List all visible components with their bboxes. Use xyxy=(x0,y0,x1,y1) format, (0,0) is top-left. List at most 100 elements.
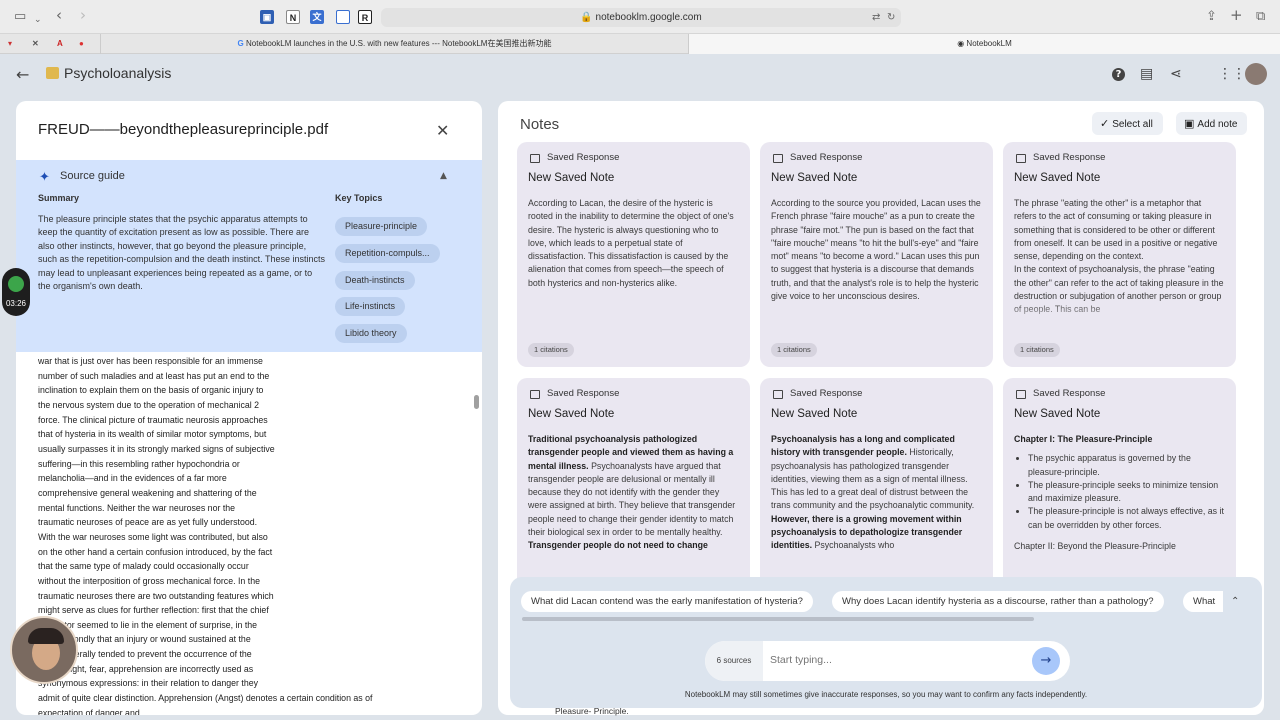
topic-chip[interactable]: Pleasure-principle xyxy=(335,217,428,236)
apps-grid-icon[interactable]: ⋮⋮ xyxy=(1218,66,1246,82)
chat-icon[interactable]: ▤ xyxy=(1140,66,1153,82)
notebook-title: Psycholoanalysis xyxy=(64,65,172,81)
chevron-down-icon[interactable]: ⌄ xyxy=(34,12,42,28)
translate-icon[interactable]: 文 xyxy=(310,10,324,24)
suggestion-chip[interactable]: What did Lacan contend was the early man… xyxy=(521,591,813,612)
notes-heading: Notes xyxy=(520,116,560,133)
source-panel: FREUD——beyondthepleasureprinciple.pdf ✕ … xyxy=(16,101,482,715)
scrollbar[interactable] xyxy=(474,395,479,409)
share-icon[interactable]: ⋖ xyxy=(1170,66,1182,82)
list-item: The pleasure-principle seeks to minimize… xyxy=(1028,479,1225,506)
tab-news[interactable]: G NotebookLM launches in the U.S. with n… xyxy=(100,34,689,54)
browser-back-icon[interactable]: ‹ xyxy=(56,7,62,23)
new-tab-icon[interactable]: + xyxy=(1230,7,1243,23)
document-icon[interactable] xyxy=(336,10,350,24)
collapse-caret-icon[interactable]: ▲ xyxy=(440,171,447,181)
note-bold: Transgender people do not need to change xyxy=(528,540,708,551)
citations-badge[interactable]: 1 citations xyxy=(1014,343,1060,357)
notebook-icon xyxy=(46,67,59,79)
note-title: New Saved Note xyxy=(1014,172,1101,184)
note-bold: Chapter I: The Pleasure-Principle xyxy=(1014,434,1153,444)
key-topics-heading: Key Topics xyxy=(335,193,383,203)
address-bar[interactable]: 🔒 notebooklm.google.com xyxy=(381,8,901,27)
tab-overview-icon[interactable]: ⧉ xyxy=(1256,9,1265,25)
app-header: ← Psycholoanalysis ? ▤ ⋖ ⋮⋮ xyxy=(0,55,1280,95)
tab-label: NotebookLM launches in the U.S. with new… xyxy=(246,39,552,48)
citations-badge[interactable]: 1 citations xyxy=(771,343,817,357)
note-paragraph: The phrase "eating the other" is a metap… xyxy=(1014,198,1218,262)
source-file-name: FREUD——beyondthepleasureprinciple.pdf xyxy=(38,121,329,138)
timer-text: 03:26 xyxy=(5,299,27,308)
add-note-button[interactable]: ▣ Add note xyxy=(1176,112,1248,135)
note-title: New Saved Note xyxy=(528,408,615,420)
note-type: Saved Response xyxy=(1033,388,1106,399)
note-title: New Saved Note xyxy=(1014,408,1101,420)
back-arrow-icon[interactable]: ← xyxy=(16,65,29,84)
record-icon xyxy=(8,276,24,292)
disclaimer-text: NotebookLM may still sometimes give inac… xyxy=(684,690,1088,699)
send-arrow-icon[interactable]: → xyxy=(1032,647,1060,675)
chevron-up-icon[interactable]: ⌃ xyxy=(1231,596,1239,607)
webcam-hair xyxy=(28,628,64,644)
webcam-overlay xyxy=(10,616,78,684)
r-icon[interactable]: R xyxy=(358,10,372,24)
source-guide: ✦ Source guide ▲ Summary The pleasure pr… xyxy=(16,160,482,352)
avatar[interactable] xyxy=(1245,63,1267,85)
tab-notebooklm[interactable]: ◉ NotebookLM xyxy=(689,34,1280,54)
recording-timer[interactable]: 03:26 xyxy=(2,268,30,316)
share-icon[interactable]: ⇪ xyxy=(1206,9,1217,25)
extension-icon[interactable]: ▣ xyxy=(260,10,274,24)
note-card[interactable]: Saved Response New Saved Note Psychoanal… xyxy=(760,378,993,603)
close-icon[interactable]: ✕ xyxy=(436,121,449,140)
tabs-bar: ▾ ✕ A ● G NotebookLM launches in the U.S… xyxy=(0,34,1280,54)
fade-overlay xyxy=(760,300,993,330)
suggestion-chip[interactable]: Why does Lacan identify hysteria as a di… xyxy=(832,591,1164,612)
note-card[interactable]: Saved Response New Saved Note The phrase… xyxy=(1003,142,1236,367)
fade-overlay xyxy=(1003,300,1236,330)
note-text: Chapter II: Beyond the Pleasure-Principl… xyxy=(1014,541,1176,552)
add-note-icon: ▣ xyxy=(1184,117,1195,130)
translate-page-icon[interactable]: ⇄ xyxy=(872,10,880,26)
record-tab-icon[interactable]: ● xyxy=(79,34,84,54)
x-tab-icon[interactable]: ✕ xyxy=(32,34,39,54)
chat-input-box: 6 sources → xyxy=(705,641,1070,681)
note-type: Saved Response xyxy=(547,152,620,163)
note-type: Saved Response xyxy=(790,388,863,399)
chat-input[interactable] xyxy=(770,654,1020,666)
select-all-button[interactable]: ✓ Select all xyxy=(1092,112,1163,135)
topic-chip[interactable]: Death-instincts xyxy=(335,271,415,290)
note-card[interactable]: Saved Response New Saved Note According … xyxy=(517,142,750,367)
topic-chip[interactable]: Libido theory xyxy=(335,324,407,343)
source-guide-title[interactable]: Source guide xyxy=(60,170,125,182)
sidebar-toggle-icon[interactable]: ▭ xyxy=(14,9,26,25)
google-icon: G xyxy=(237,39,244,48)
note-card[interactable]: Saved Response New Saved Note Chapter I:… xyxy=(1003,378,1236,603)
url-text: notebooklm.google.com xyxy=(595,12,702,23)
note-type: Saved Response xyxy=(790,152,863,163)
notion-icon[interactable]: N xyxy=(286,10,300,24)
saved-response-icon xyxy=(773,154,783,163)
citations-badge[interactable]: 1 citations xyxy=(528,343,574,357)
browser-forward-icon[interactable]: › xyxy=(80,7,86,23)
suggestions-scrollbar[interactable] xyxy=(522,617,1034,621)
summary-text: The pleasure principle states that the p… xyxy=(38,214,325,292)
browser-toolbar: ▭ ⌄ ‹ › ▣ N 文 R 🔒 notebooklm.google.com … xyxy=(0,0,1280,34)
notebooklm-icon: ◉ xyxy=(957,39,965,48)
topic-chip[interactable]: Repetition-compuls... xyxy=(335,244,440,263)
note-bullet-list: The psychic apparatus is governed by the… xyxy=(1028,452,1225,532)
reload-icon[interactable]: ↻ xyxy=(887,10,895,26)
sources-count[interactable]: 6 sources xyxy=(705,641,763,681)
sparkle-icon: ✦ xyxy=(39,170,50,185)
note-type: Saved Response xyxy=(1033,152,1106,163)
adobe-tab-icon[interactable]: A xyxy=(57,34,63,54)
pinned-tab-icon[interactable]: ▾ xyxy=(8,34,12,54)
saved-response-icon xyxy=(1016,390,1026,399)
help-icon[interactable]: ? xyxy=(1112,68,1125,81)
topic-chip[interactable]: Life-instincts xyxy=(335,297,406,316)
note-title: New Saved Note xyxy=(771,408,858,420)
suggestion-chip[interactable]: What xyxy=(1183,591,1223,612)
select-all-label: Select all xyxy=(1112,119,1153,130)
note-card[interactable]: Saved Response New Saved Note According … xyxy=(760,142,993,367)
note-card[interactable]: Saved Response New Saved Note Traditiona… xyxy=(517,378,750,603)
saved-response-icon xyxy=(773,390,783,399)
